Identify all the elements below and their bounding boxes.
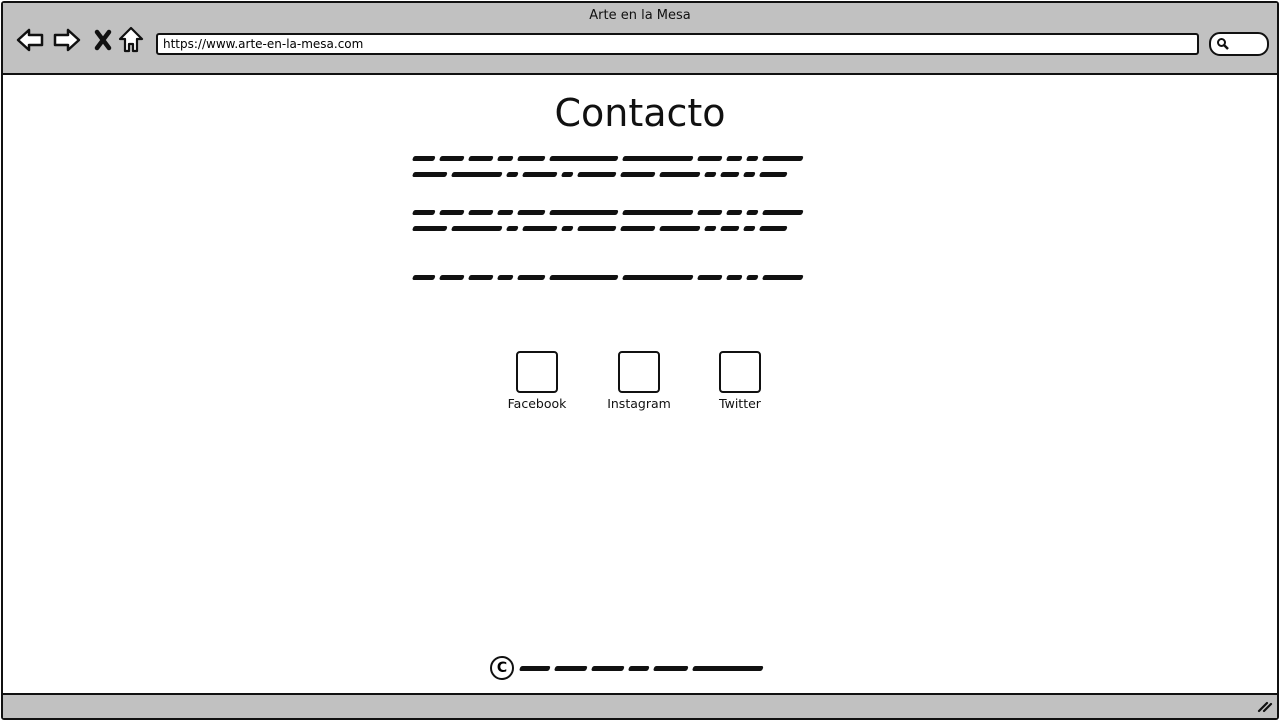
placeholder-word <box>522 226 558 230</box>
close-icon[interactable] <box>89 25 119 55</box>
placeholder-word <box>743 172 756 176</box>
placeholder-word <box>746 156 759 160</box>
placeholder-word <box>412 172 448 176</box>
browser-toolbar: Arte en la Mesa https://www.arte-en-la-m… <box>3 3 1277 75</box>
placeholder-word <box>659 172 701 176</box>
placeholder-word <box>704 172 717 176</box>
placeholder-word <box>522 172 558 176</box>
placeholder-word <box>506 172 519 176</box>
placeholder-word <box>622 156 694 160</box>
placeholder-word <box>497 210 514 214</box>
url-field[interactable]: https://www.arte-en-la-mesa.com <box>156 33 1199 55</box>
resize-grip-icon[interactable] <box>1257 699 1273 713</box>
instagram-icon[interactable] <box>618 351 660 393</box>
window-title: Arte en la Mesa <box>589 8 691 23</box>
placeholder-word <box>653 666 689 670</box>
placeholder-word <box>468 210 494 214</box>
placeholder-word <box>519 666 551 670</box>
placeholder-word <box>726 156 743 160</box>
footer: C <box>490 656 764 680</box>
placeholder-word <box>561 172 574 176</box>
paragraph-placeholder-3 <box>412 269 804 285</box>
facebook-label[interactable]: Facebook <box>497 396 577 411</box>
placeholder-word <box>577 226 617 230</box>
twitter-label[interactable]: Twitter <box>700 396 780 411</box>
status-bar <box>3 693 1277 718</box>
placeholder-word <box>697 275 723 279</box>
placeholder-word <box>726 210 743 214</box>
placeholder-word <box>659 226 701 230</box>
copyright-icon: C <box>490 656 514 680</box>
placeholder-word <box>554 666 588 670</box>
placeholder-word <box>628 666 650 670</box>
placeholder-word <box>468 156 494 160</box>
placeholder-word <box>692 666 764 670</box>
placeholder-word <box>622 275 694 279</box>
placeholder-word <box>549 210 619 214</box>
placeholder-word <box>622 210 694 214</box>
placeholder-word <box>412 210 436 214</box>
placeholder-word <box>561 226 574 230</box>
placeholder-word <box>439 275 465 279</box>
twitter-icon[interactable] <box>719 351 761 393</box>
placeholder-word <box>497 275 514 279</box>
placeholder-word <box>506 226 519 230</box>
placeholder-word <box>517 156 546 160</box>
placeholder-word <box>412 156 436 160</box>
placeholder-word <box>762 210 804 214</box>
placeholder-word <box>577 172 617 176</box>
browser-window: Arte en la Mesa https://www.arte-en-la-m… <box>1 1 1279 720</box>
placeholder-word <box>439 156 465 160</box>
placeholder-word <box>517 210 546 214</box>
facebook-link[interactable]: Facebook <box>497 351 577 411</box>
placeholder-word <box>549 275 619 279</box>
placeholder-word <box>720 226 740 230</box>
text-line-placeholder <box>412 150 804 166</box>
paragraph-placeholder-2 <box>412 204 804 236</box>
placeholder-word <box>620 172 656 176</box>
placeholder-word <box>743 226 756 230</box>
text-line-placeholder <box>412 220 803 236</box>
home-icon[interactable] <box>116 25 146 55</box>
placeholder-word <box>697 210 723 214</box>
placeholder-word <box>746 275 759 279</box>
back-arrow-icon[interactable] <box>15 25 45 55</box>
placeholder-word <box>591 666 625 670</box>
placeholder-word <box>726 275 743 279</box>
placeholder-word <box>497 156 514 160</box>
forward-arrow-icon[interactable] <box>52 25 82 55</box>
placeholder-word <box>439 210 465 214</box>
page-title: Contacto <box>554 91 726 135</box>
search-icon <box>1217 38 1229 50</box>
search-field[interactable] <box>1209 32 1269 56</box>
placeholder-word <box>746 210 759 214</box>
footer-text-placeholder <box>519 660 764 676</box>
placeholder-word <box>759 172 788 176</box>
placeholder-word <box>759 226 788 230</box>
placeholder-word <box>412 275 436 279</box>
facebook-icon[interactable] <box>516 351 558 393</box>
placeholder-word <box>762 275 804 279</box>
instagram-link[interactable]: Instagram <box>599 351 679 411</box>
instagram-label[interactable]: Instagram <box>599 396 679 411</box>
paragraph-placeholder-1 <box>412 150 804 182</box>
twitter-link[interactable]: Twitter <box>700 351 780 411</box>
placeholder-word <box>549 156 619 160</box>
text-line-placeholder <box>412 166 803 182</box>
placeholder-word <box>762 156 804 160</box>
text-line-placeholder <box>412 269 804 285</box>
placeholder-word <box>620 226 656 230</box>
placeholder-word <box>720 172 740 176</box>
placeholder-word <box>451 226 503 230</box>
placeholder-word <box>704 226 717 230</box>
text-line-placeholder <box>412 204 804 220</box>
placeholder-word <box>697 156 723 160</box>
placeholder-word <box>468 275 494 279</box>
placeholder-word <box>412 226 448 230</box>
placeholder-word <box>517 275 546 279</box>
placeholder-word <box>451 172 503 176</box>
